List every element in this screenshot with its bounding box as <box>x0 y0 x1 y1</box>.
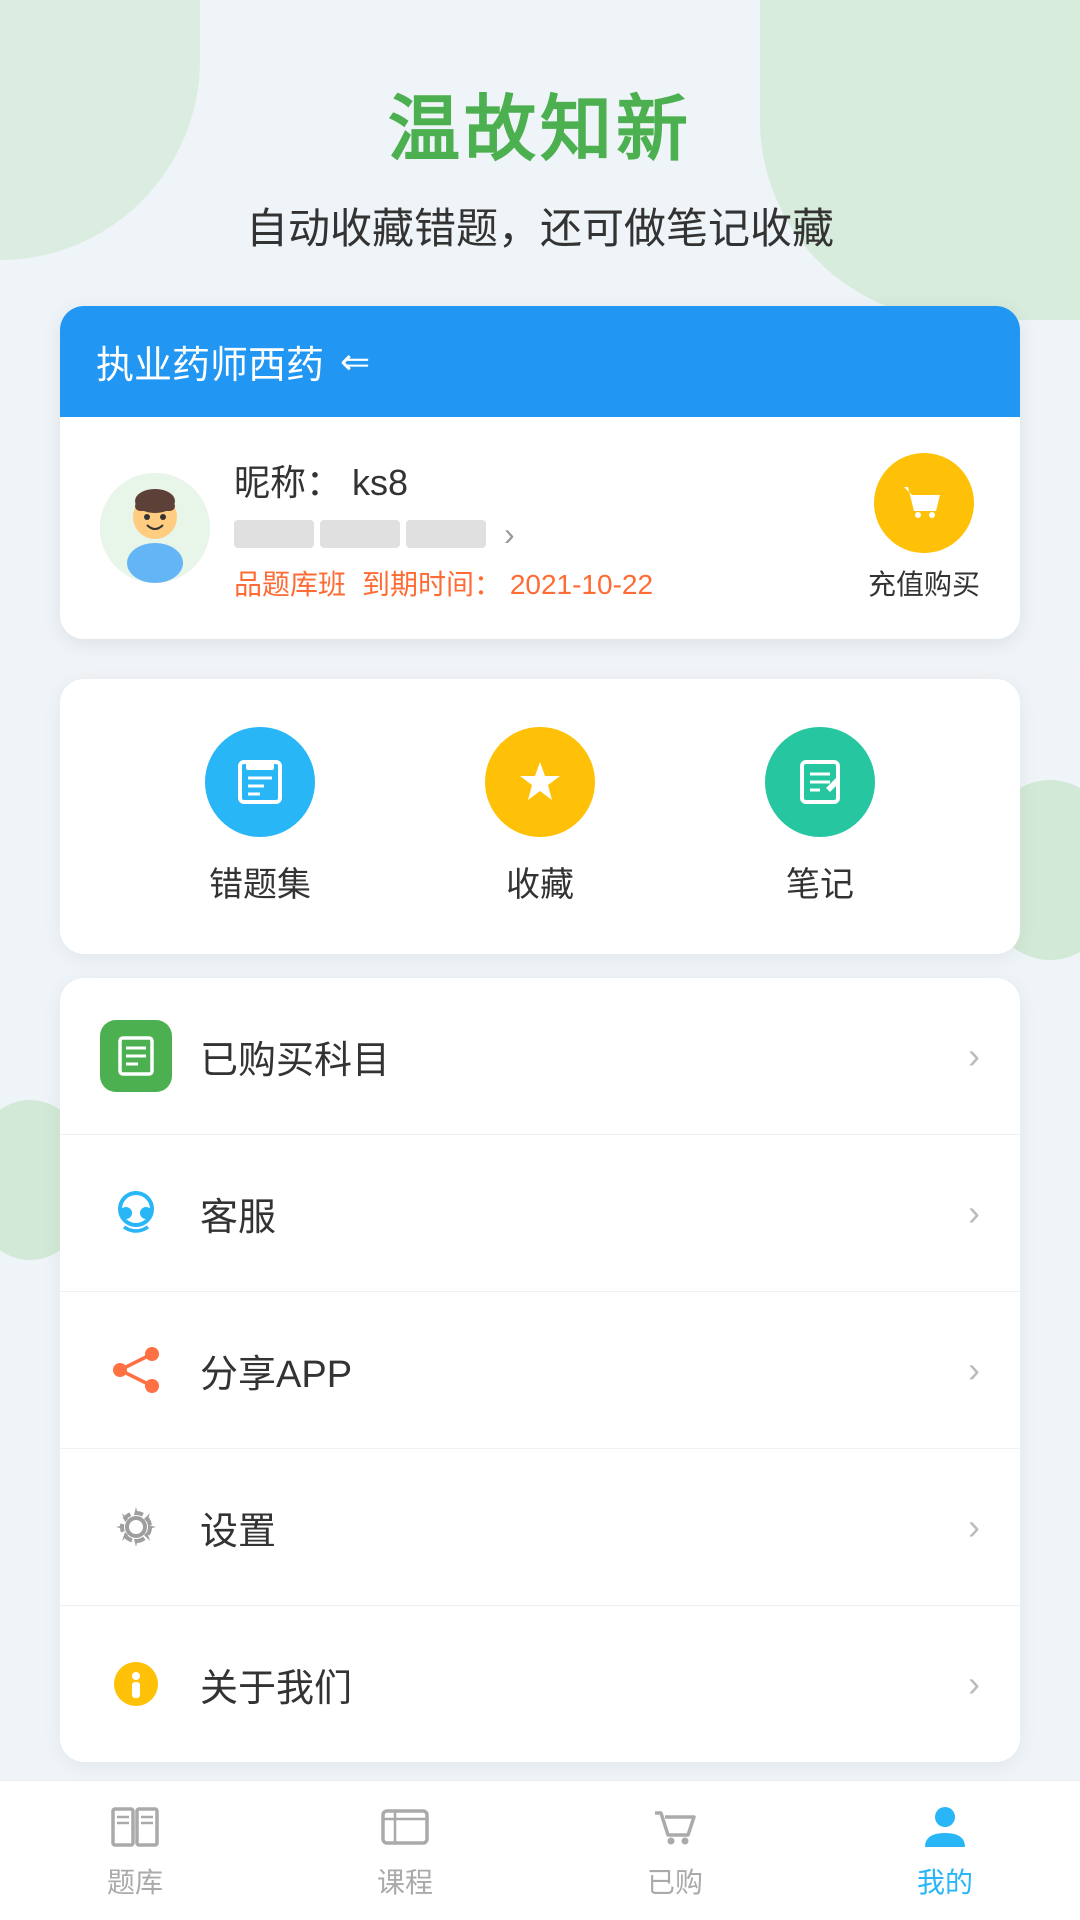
section-divider-1 <box>0 659 1080 679</box>
nickname-label: 昵称： <box>234 462 342 503</box>
about-us-icon-wrap <box>100 1648 172 1720</box>
about-us-arrow: › <box>968 1663 980 1705</box>
avatar <box>100 473 210 583</box>
notes-label: 笔记 <box>786 857 854 906</box>
header-section: 温故知新 自动收藏错题，还可做笔记收藏 <box>0 0 1080 286</box>
notes-circle <box>765 727 875 837</box>
purchased-subjects-text: 已购买科目 <box>200 1029 968 1084</box>
share-app-icon-wrap <box>100 1334 172 1406</box>
page-title: 温故知新 <box>40 70 1040 175</box>
menu-section: 已购买科目 › 客服 › <box>60 978 1020 1762</box>
gear-icon <box>106 1497 166 1557</box>
settings-arrow: › <box>968 1506 980 1548</box>
nav-item-course[interactable]: 课程 <box>377 1801 433 1901</box>
purchased-nav-icon <box>649 1801 701 1853</box>
back-icon: ⇐ <box>340 341 370 383</box>
wrong-set-circle <box>205 727 315 837</box>
recharge-circle <box>874 453 974 553</box>
profile-badge-row: 品题库班 到期时间： 2021-10-22 <box>234 563 653 603</box>
purchased-subjects-icon-wrap <box>100 1020 172 1092</box>
icon-item-favorites[interactable]: 收藏 <box>485 727 595 906</box>
page-subtitle: 自动收藏错题，还可做笔记收藏 <box>40 195 1040 256</box>
profile-nickname: 昵称： ks8 <box>234 454 653 506</box>
headset-icon <box>106 1183 166 1243</box>
mine-nav-icon <box>919 1801 971 1853</box>
id-box-3 <box>406 520 486 548</box>
about-us-text: 关于我们 <box>200 1657 968 1712</box>
expire-text: 到期时间： 2021-10-22 <box>362 563 653 603</box>
quick-icons-section: 错题集 收藏 笔记 <box>60 679 1020 954</box>
customer-service-arrow: › <box>968 1192 980 1234</box>
menu-item-customer-service[interactable]: 客服 › <box>60 1135 1020 1292</box>
share-app-text: 分享APP <box>200 1343 968 1398</box>
profile-id-boxes <box>234 520 486 548</box>
purchased-subjects-arrow: › <box>968 1035 980 1077</box>
question-bank-nav-icon <box>109 1801 161 1853</box>
profile-section[interactable]: 昵称： ks8 › 品题库班 <box>60 417 1020 639</box>
star-icon <box>512 754 568 810</box>
recharge-button[interactable]: 充值购买 <box>868 453 980 603</box>
course-nav-icon <box>379 1801 431 1853</box>
nav-label-mine: 我的 <box>917 1861 973 1901</box>
book-icon <box>114 1034 158 1078</box>
card-header-text: 执业药师西药 <box>96 334 324 389</box>
id-box-1 <box>234 520 314 548</box>
profile-id-row: › <box>234 516 653 553</box>
nav-label-course: 课程 <box>377 1861 433 1901</box>
favorites-circle <box>485 727 595 837</box>
wrong-set-label: 错题集 <box>209 857 311 906</box>
nav-item-purchased[interactable]: 已购 <box>647 1801 703 1901</box>
menu-item-share-app[interactable]: 分享APP › <box>60 1292 1020 1449</box>
nav-label-question-bank: 题库 <box>107 1861 163 1901</box>
expire-label: 到期时间： <box>362 569 502 600</box>
card-header-bar: 执业药师西药 ⇐ <box>60 306 1020 417</box>
settings-text: 设置 <box>200 1500 968 1555</box>
share-icon <box>106 1340 166 1400</box>
page-content: 温故知新 自动收藏错题，还可做笔记收藏 执业药师西药 ⇐ <box>0 0 1080 1902</box>
nav-label-purchased: 已购 <box>647 1861 703 1901</box>
profile-left: 昵称： ks8 › 品题库班 <box>100 454 653 603</box>
settings-icon-wrap <box>100 1491 172 1563</box>
cart-icon <box>896 475 952 531</box>
wrong-set-icon <box>232 754 288 810</box>
nav-item-mine[interactable]: 我的 <box>917 1801 973 1901</box>
favorites-label: 收藏 <box>506 857 574 906</box>
nav-item-question-bank[interactable]: 题库 <box>107 1801 163 1901</box>
nickname-value: ks8 <box>352 462 408 503</box>
id-box-2 <box>320 520 400 548</box>
expire-date: 2021-10-22 <box>510 569 653 600</box>
profile-info: 昵称： ks8 › 品题库班 <box>234 454 653 603</box>
about-icon <box>106 1654 166 1714</box>
badge-text: 品题库班 <box>234 569 346 600</box>
recharge-label: 充值购买 <box>868 563 980 603</box>
share-app-arrow: › <box>968 1349 980 1391</box>
menu-item-purchased-subjects[interactable]: 已购买科目 › <box>60 978 1020 1135</box>
customer-service-icon-wrap <box>100 1177 172 1249</box>
icon-item-wrong-set[interactable]: 错题集 <box>205 727 315 906</box>
profile-badge: 品题库班 <box>234 563 346 603</box>
icon-item-notes[interactable]: 笔记 <box>765 727 875 906</box>
notes-icon <box>792 754 848 810</box>
customer-service-text: 客服 <box>200 1186 968 1241</box>
bottom-nav: 题库 课程 已购 我的 <box>0 1780 1080 1920</box>
profile-arrow-icon[interactable]: › <box>504 516 515 553</box>
menu-item-about-us[interactable]: 关于我们 › <box>60 1606 1020 1762</box>
avatar-svg <box>100 473 210 583</box>
main-card: 执业药师西药 ⇐ <box>60 306 1020 639</box>
menu-item-settings[interactable]: 设置 › <box>60 1449 1020 1606</box>
